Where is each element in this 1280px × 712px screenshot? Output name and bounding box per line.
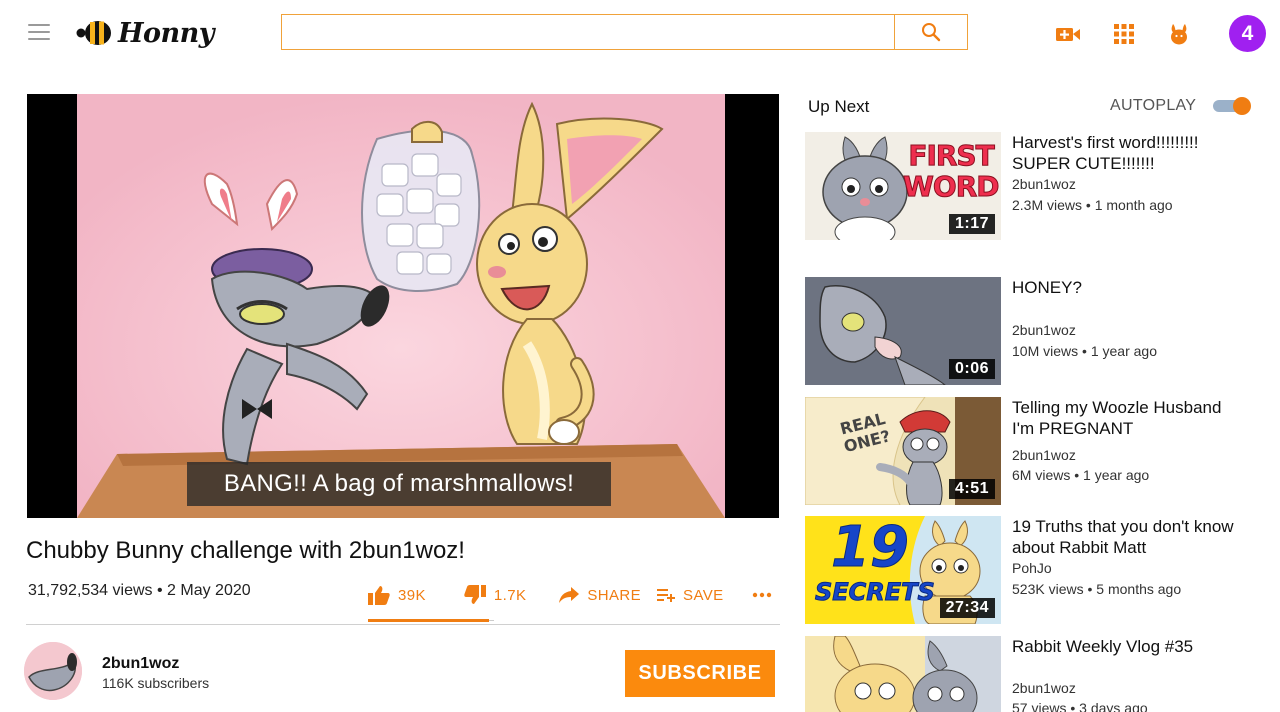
like-count: 39K [398, 586, 426, 604]
view-count: 31,792,534 views [28, 582, 153, 599]
video-duration: 1:17 [948, 214, 995, 234]
channel-avatar-image [24, 642, 82, 700]
meta-separator: • [1070, 700, 1080, 712]
search-input[interactable] [282, 15, 894, 49]
recommended-age: 1 month ago [1094, 197, 1173, 213]
menu-icon[interactable] [28, 24, 50, 42]
logo[interactable]: Honny [76, 16, 214, 50]
apps-grid-icon[interactable] [1111, 22, 1137, 46]
thumbs-down-icon [464, 585, 486, 604]
up-next-heading: Up Next [808, 97, 870, 116]
thumbs-up-icon [368, 586, 390, 605]
recommended-age: 1 year ago [1083, 467, 1150, 483]
like-button[interactable]: 39K [368, 585, 426, 605]
top-bar: Honny 4 [0, 0, 1280, 70]
recommended-channel: 2bun1woz [1012, 176, 1076, 192]
recommended-title: Rabbit Weekly Vlog #35 [1012, 637, 1194, 656]
recommended-channel: 2bun1woz [1012, 447, 1076, 463]
meta-separator: • [1085, 197, 1095, 213]
video-frame [77, 94, 725, 518]
video-caption: BANG!! A bag of marshmallows! [187, 462, 611, 506]
recommended-channel: 2bun1woz [1012, 680, 1076, 696]
subscribe-button[interactable]: SUBSCRIBE [625, 650, 775, 697]
meta-separator: • [1082, 343, 1091, 359]
add-to-playlist-icon [657, 589, 676, 602]
autoplay-label: AUTOPLAY [1110, 97, 1197, 114]
recommended-age: 3 days ago [1079, 700, 1148, 712]
video-duration: 27:34 [939, 598, 995, 618]
video-thumbnail: REAL ONE? 4:51 [805, 397, 1001, 505]
recommended-views: 523K views [1012, 581, 1084, 597]
recommended-video[interactable]: 0:06 HONEY? 2bun1woz 10M views • 1 year … [805, 277, 1245, 385]
video-duration: 4:51 [948, 479, 995, 499]
save-label: SAVE [683, 586, 724, 604]
dislike-button[interactable]: 1.7K [464, 585, 526, 605]
recommended-video[interactable]: 19 SECRETS 27:34 19 Truths that you don't… [805, 516, 1245, 624]
subscriber-count: 116K subscribers [102, 675, 210, 691]
create-video-icon[interactable] [1055, 22, 1081, 46]
more-dots-icon [752, 592, 771, 598]
recommended-video[interactable]: Rabbit Weekly Vlog #35 2bun1woz 57 views… [805, 636, 1245, 712]
recommended-title: HONEY? [1012, 278, 1082, 297]
recommended-channel: PohJo [1012, 560, 1052, 576]
recommended-title: 19 Truths that you don't know about Rabb… [1012, 517, 1234, 557]
sentiment-bar [368, 619, 489, 622]
notifications-bunny-icon[interactable] [1166, 22, 1192, 46]
meta-separator: • [156, 582, 168, 599]
share-button[interactable]: SHARE [559, 587, 641, 604]
video-player[interactable]: BANG!! A bag of marshmallows! [27, 94, 779, 518]
recommended-meta: 57 views • 3 days ago [1012, 700, 1148, 712]
share-icon [559, 587, 580, 603]
recommended-age: 5 months ago [1096, 581, 1182, 597]
channel-name[interactable]: 2bun1woz [102, 655, 179, 673]
account-avatar[interactable]: 4 [1229, 15, 1266, 52]
cartoon-scene-image [77, 94, 725, 518]
recommended-title: Telling my Woozle Husband I'm PREGNANT [1012, 398, 1222, 438]
thumbnail-text: 19 SECRETS [815, 516, 936, 606]
logo-text: Honny [118, 17, 214, 49]
dislike-count: 1.7K [493, 586, 527, 604]
video-actions: 39K 1.7K SHARE SAVE [368, 584, 772, 606]
share-label: SHARE [587, 586, 642, 604]
search-icon [922, 23, 941, 42]
recommended-views: 57 views [1012, 700, 1067, 712]
divider [26, 624, 780, 625]
toggle-knob [1233, 97, 1251, 115]
recommended-meta: 6M views • 1 year ago [1012, 467, 1149, 483]
video-thumbnail [805, 636, 1001, 712]
recommended-title: Harvest's first word!!!!!!!!! SUPER CUTE… [1012, 133, 1199, 173]
recommended-meta: 523K views • 5 months ago [1012, 581, 1181, 597]
recommended-views: 10M views [1012, 343, 1079, 359]
video-thumbnail: FIRST WORD! 1:17 [805, 132, 1001, 240]
more-options-button[interactable] [752, 592, 772, 598]
recommended-views: 6M views [1012, 467, 1071, 483]
recommended-views: 2.3M views [1012, 197, 1083, 213]
meta-separator: • [1087, 581, 1097, 597]
recommended-meta: 10M views • 1 year ago [1012, 343, 1157, 359]
upload-date: 2 May 2020 [167, 582, 251, 599]
autoplay-toggle[interactable] [1213, 97, 1251, 115]
meta-separator: • [1074, 467, 1084, 483]
recommended-meta: 2.3M views • 1 month ago [1012, 197, 1173, 213]
bee-logo-icon [76, 21, 111, 45]
recommended-video[interactable]: FIRST WORD! 1:17 Harvest's first word!!!… [805, 132, 1245, 240]
video-meta: 31,792,534 views • 2 May 2020 [28, 582, 251, 600]
channel-avatar[interactable] [24, 642, 82, 700]
thumbnail-text: FIRST WORD! [903, 139, 1002, 203]
video-duration: 0:06 [948, 359, 995, 379]
recommended-video[interactable]: REAL ONE? 4:51 Telling my Woozle Husband… [805, 397, 1245, 505]
video-thumbnail: 19 SECRETS 27:34 [805, 516, 1001, 624]
search-bar [281, 14, 968, 50]
save-button[interactable]: SAVE [657, 587, 724, 604]
video-title: Chubby Bunny challenge with 2bun1woz! [26, 537, 465, 564]
recommended-channel: 2bun1woz [1012, 322, 1076, 338]
thumbnail-image [805, 636, 1001, 712]
search-button[interactable] [894, 15, 967, 49]
recommended-age: 1 year ago [1090, 343, 1157, 359]
video-thumbnail: 0:06 [805, 277, 1001, 385]
